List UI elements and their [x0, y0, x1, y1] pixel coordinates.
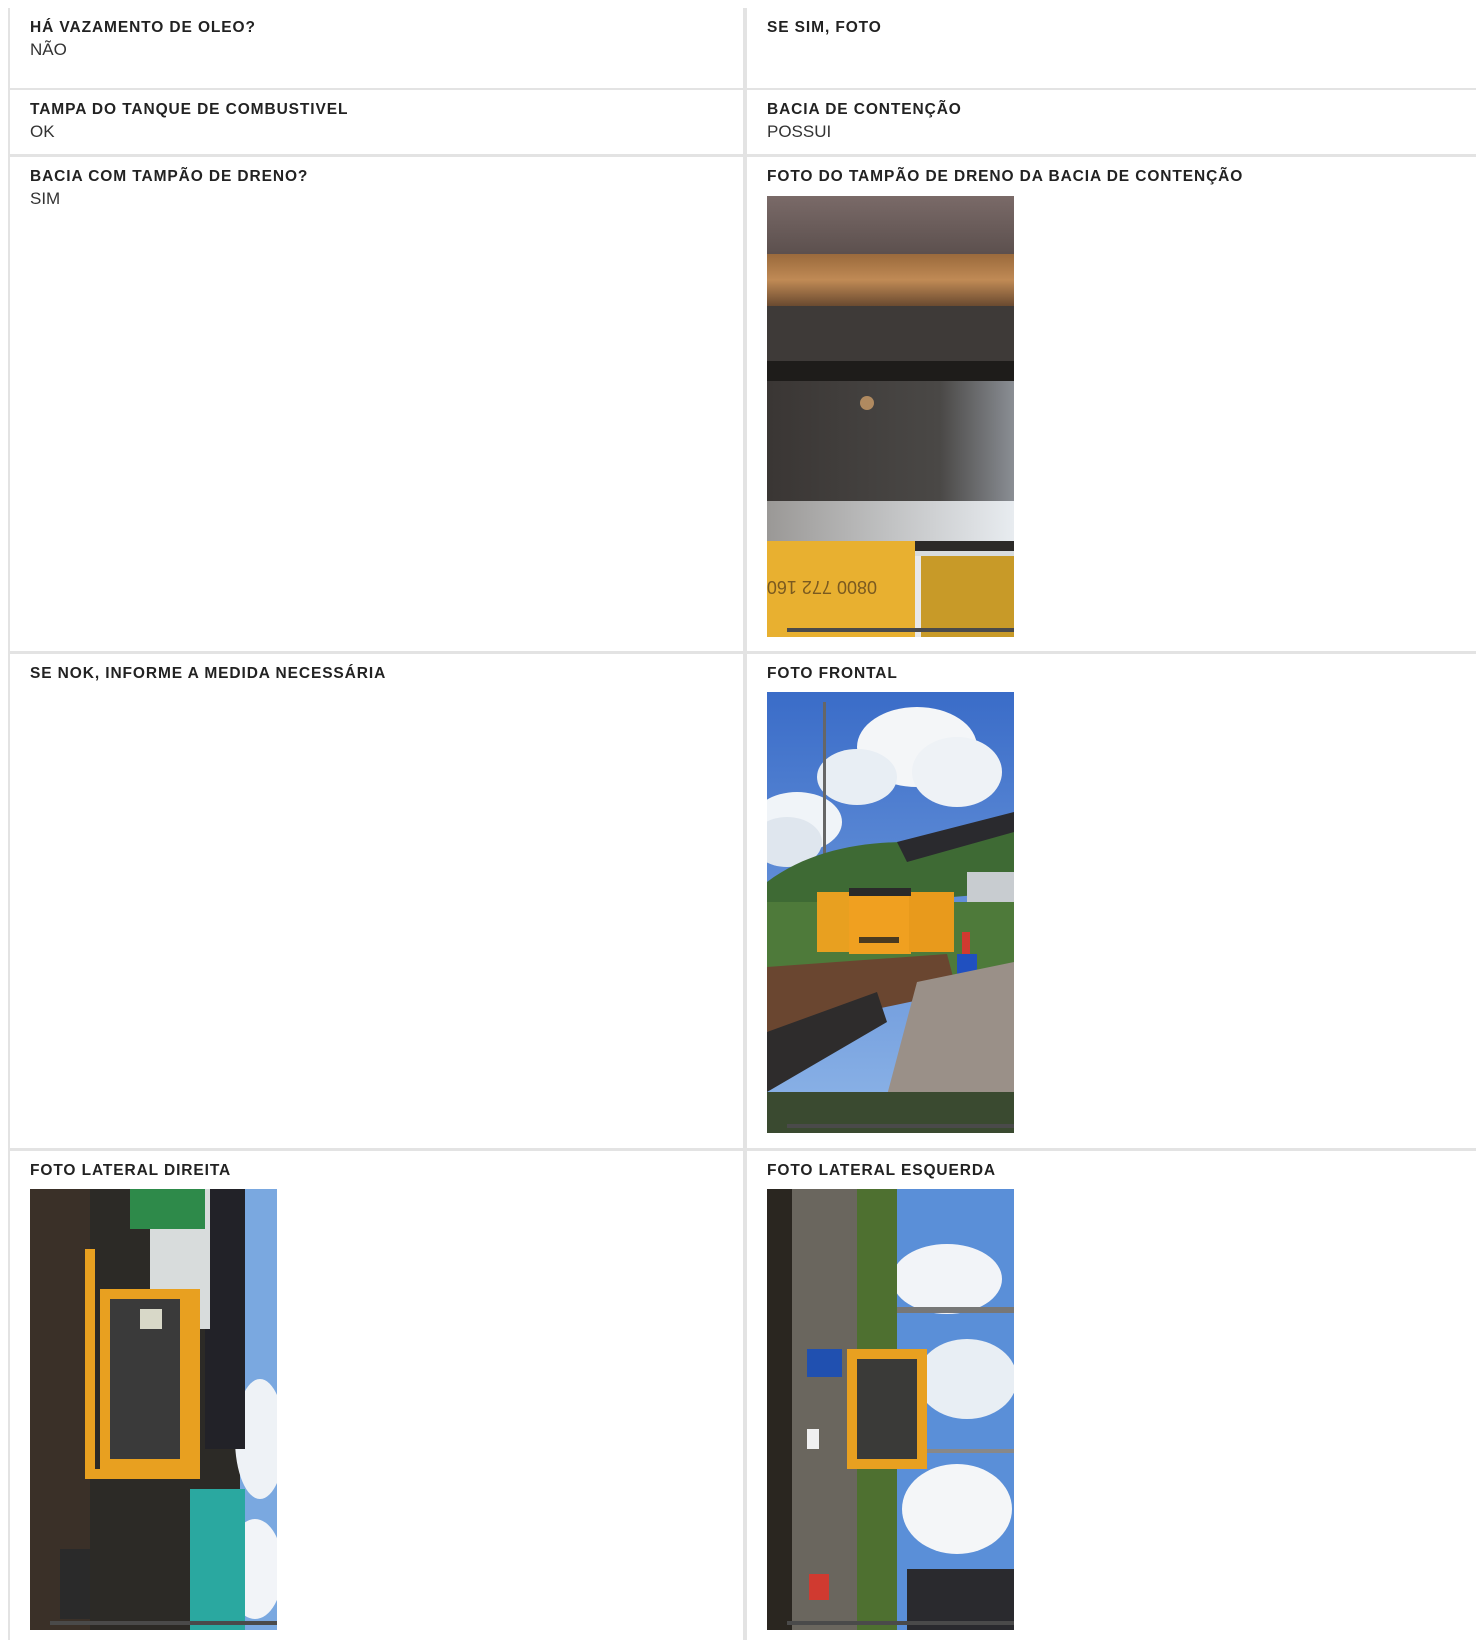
field-value: NÃO	[30, 40, 67, 59]
field-label: TAMPA DO TANQUE DE COMBUSTIVEL	[30, 101, 349, 118]
inspection-form-grid: HÁ VAZAMENTO DE OLEO? NÃO SE SIM, FOTO T…	[8, 8, 1476, 1640]
field-value: OK	[30, 122, 55, 141]
field-value: POSSUI	[767, 122, 832, 141]
front-photo[interactable]	[767, 692, 1014, 1133]
field-oil-leak: HÁ VAZAMENTO DE OLEO? NÃO	[10, 8, 743, 88]
field-label: BACIA COM TAMPÃO DE DRENO?	[30, 168, 309, 185]
field-fuel-tank-cap: TAMPA DO TANQUE DE COMBUSTIVEL OK	[10, 90, 743, 154]
drain-plug-photo[interactable]: 0800 772 1601	[767, 196, 1014, 637]
field-right-side-photo: FOTO LATERAL DIREITA	[10, 1151, 743, 1640]
field-value: SIM	[30, 189, 61, 208]
field-left-side-photo: FOTO LATERAL ESQUERDA	[747, 1151, 1476, 1640]
field-leak-photo: SE SIM, FOTO	[747, 8, 1476, 88]
right-side-photo[interactable]	[30, 1189, 277, 1630]
field-label: FOTO LATERAL DIREITA	[30, 1162, 232, 1179]
field-label: SE SIM, FOTO	[767, 19, 882, 36]
field-drain-plug-photo: FOTO DO TAMPÃO DE DRENO DA BACIA DE CONT…	[747, 157, 1476, 651]
field-front-photo: FOTO FRONTAL	[747, 654, 1476, 1148]
field-basin-drain-plug: BACIA COM TAMPÃO DE DRENO? SIM	[10, 157, 743, 651]
field-label: FOTO FRONTAL	[767, 665, 898, 682]
field-label: FOTO LATERAL ESQUERDA	[767, 1162, 997, 1179]
field-label: BACIA DE CONTENÇÃO	[767, 101, 962, 118]
photo-phone-text: 0800 772 1601	[767, 577, 877, 597]
field-label: SE NOK, INFORME A MEDIDA NECESSÁRIA	[30, 665, 387, 682]
field-containment-basin: BACIA DE CONTENÇÃO POSSUI	[747, 90, 1476, 154]
field-nok-action: SE NOK, INFORME A MEDIDA NECESSÁRIA	[10, 654, 743, 1148]
field-label: HÁ VAZAMENTO DE OLEO?	[30, 19, 256, 36]
field-label: FOTO DO TAMPÃO DE DRENO DA BACIA DE CONT…	[767, 168, 1244, 185]
left-side-photo[interactable]	[767, 1189, 1014, 1630]
